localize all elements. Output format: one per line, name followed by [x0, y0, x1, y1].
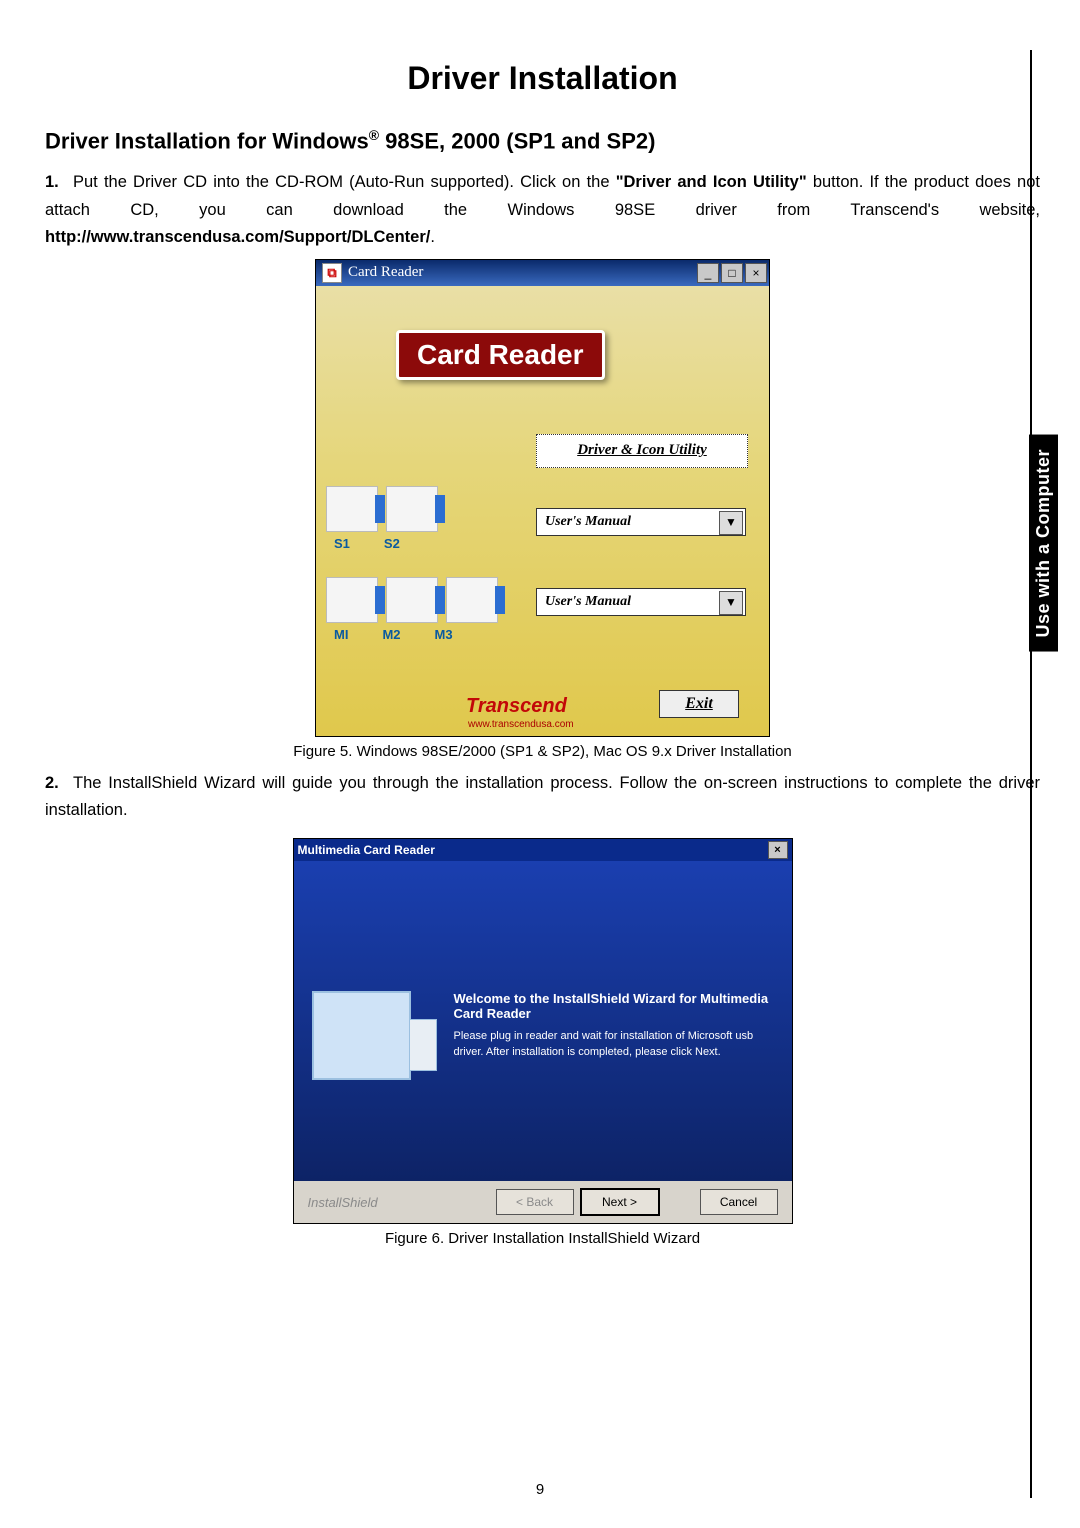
computer-icon — [312, 991, 411, 1080]
device-icon — [326, 577, 378, 623]
step-1-text-a: Put the Driver CD into the CD-ROM (Auto-… — [73, 173, 616, 191]
step-1-bold: "Driver and Icon Utility" — [616, 173, 807, 191]
users-manual-select-2[interactable]: User's Manual ▼ — [536, 588, 746, 616]
figure-6-caption: Figure 6. Driver Installation InstallShi… — [45, 1230, 1040, 1247]
device-icon — [326, 486, 378, 532]
close-button[interactable]: × — [745, 263, 767, 283]
reader-devices-graphic: S1 S2 MI M2 M3 — [326, 486, 526, 642]
driver-icon-utility-button[interactable]: Driver & Icon Utility — [536, 434, 748, 468]
exit-button[interactable]: Exit — [659, 690, 739, 718]
dropdown-icon[interactable]: ▼ — [719, 591, 743, 615]
device-label: S2 — [384, 536, 400, 551]
transcend-brand: Transcend — [466, 695, 567, 718]
step-2: 2.The InstallShield Wizard will guide yo… — [45, 770, 1040, 824]
subtitle-pre: Driver Installation for Windows — [45, 128, 369, 153]
step-2-text: The InstallShield Wizard will guide you … — [45, 774, 1040, 819]
cancel-button[interactable]: Cancel — [700, 1189, 778, 1215]
step-1-url: http://www.transcendusa.com/Support/DLCe… — [45, 228, 430, 246]
maximize-button[interactable]: □ — [721, 263, 743, 283]
figure-5-card-reader-window: ⧉ Card Reader _ □ × Card Reader Driver &… — [315, 259, 770, 737]
section-heading: Driver Installation for Windows® 98SE, 2… — [45, 127, 1040, 154]
section-tab: Use with a Computer — [1029, 435, 1058, 652]
installshield-brand: InstallShield — [308, 1195, 378, 1210]
fig6-window-title: Multimedia Card Reader — [298, 843, 435, 857]
page-number: 9 — [0, 1481, 1080, 1498]
step-1-text-d: . — [430, 228, 435, 246]
registered-mark: ® — [369, 127, 379, 143]
device-label: S1 — [334, 536, 350, 551]
step-1: 1.Put the Driver CD into the CD-ROM (Aut… — [45, 169, 1040, 251]
select1-value: User's Manual — [545, 514, 631, 530]
page-right-rule — [1030, 50, 1032, 1498]
fig5-window-title: Card Reader — [348, 264, 423, 281]
fig6-titlebar: Multimedia Card Reader × — [294, 839, 792, 861]
transcend-url: www.transcendusa.com — [468, 719, 574, 730]
dropdown-icon[interactable]: ▼ — [719, 511, 743, 535]
card-reader-badge: Card Reader — [396, 330, 605, 380]
select2-value: User's Manual — [545, 594, 631, 610]
device-icon — [386, 486, 438, 532]
wizard-description: Please plug in reader and wait for insta… — [454, 1029, 772, 1060]
figure-6-installshield-window: Multimedia Card Reader × Welcome to the … — [293, 838, 793, 1224]
page-title: Driver Installation — [45, 60, 1040, 97]
next-button[interactable]: Next > — [580, 1188, 660, 1216]
users-manual-select-1[interactable]: User's Manual ▼ — [536, 508, 746, 536]
device-label: M2 — [382, 627, 400, 642]
fig5-titlebar: ⧉ Card Reader _ □ × — [316, 260, 769, 286]
minimize-button[interactable]: _ — [697, 263, 719, 283]
device-icon — [446, 577, 498, 623]
close-button[interactable]: × — [768, 841, 788, 859]
subtitle-post: 98SE, 2000 (SP1 and SP2) — [379, 128, 655, 153]
back-button: < Back — [496, 1189, 574, 1215]
wizard-welcome-text: Welcome to the InstallShield Wizard for … — [454, 991, 772, 1021]
app-icon: ⧉ — [322, 263, 342, 283]
device-label: M3 — [435, 627, 453, 642]
device-label: MI — [334, 627, 348, 642]
figure-5-caption: Figure 5. Windows 98SE/2000 (SP1 & SP2),… — [45, 743, 1040, 760]
step-2-number: 2. — [45, 770, 73, 797]
device-icon — [386, 577, 438, 623]
step-1-number: 1. — [45, 169, 73, 196]
